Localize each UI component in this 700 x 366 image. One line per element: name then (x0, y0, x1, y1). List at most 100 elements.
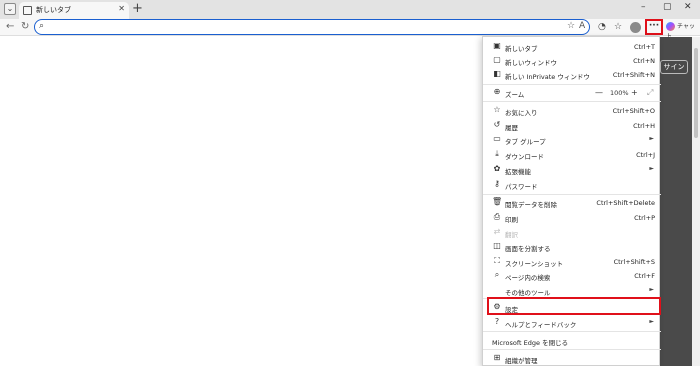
download-icon: ⤓ (495, 149, 499, 158)
settings-and-more-button[interactable]: ··· (645, 19, 663, 35)
split-screen-icon: ◫ (493, 241, 501, 250)
menu-item-new-inprivate-window[interactable]: ◧ 新しい InPrivate ウィンドウ Ctrl+Shift+N (483, 67, 661, 82)
menu-item-label: 履歴 (505, 124, 518, 132)
extensions-icon: ✿ (493, 164, 501, 173)
menu-item-screenshot[interactable]: ⛶ スクリーンショット Ctrl+Shift+S (483, 254, 661, 269)
browser-essentials-icon[interactable]: ◔ (598, 21, 606, 33)
menu-item-downloads[interactable]: ⤓ ダウンロード Ctrl+J (483, 147, 661, 162)
menu-item-label: 組織が管理 (505, 357, 538, 365)
screenshot-icon: ⛶ (494, 256, 500, 265)
maximize-button[interactable]: ▢ (663, 2, 672, 12)
menu-item-shortcut: Ctrl+H (633, 122, 655, 130)
new-window-icon: ▢ (493, 55, 501, 64)
menu-item-new-tab[interactable]: ▣ 新しいタブ Ctrl+T (483, 39, 661, 54)
favorite-star-icon[interactable]: ☆ (567, 21, 575, 31)
menu-item-tab-groups[interactable]: ▭ タブ グループ ► (483, 132, 661, 147)
star-icon: ☆ (493, 105, 501, 114)
close-window-button[interactable]: ✕ (684, 2, 692, 12)
new-tab-icon: ▣ (493, 41, 501, 50)
minimize-button[interactable]: – (641, 2, 646, 12)
zoom-out-button[interactable]: — (595, 88, 603, 97)
menu-item-label: ページ内の検索 (505, 274, 551, 282)
menu-item-label: 閲覧データを削除 (505, 201, 557, 209)
back-button[interactable]: ← (6, 20, 14, 34)
menu-item-shortcut: Ctrl+J (636, 151, 655, 159)
menu-item-extensions[interactable]: ✿ 拡張機能 ► (483, 162, 661, 177)
submenu-arrow-icon: ► (649, 318, 654, 325)
key-icon: ⚷ (494, 179, 500, 188)
menu-divider (483, 349, 661, 350)
menu-item-print[interactable]: ⎙ 印刷 Ctrl+P (483, 210, 661, 225)
submenu-arrow-icon: ► (649, 135, 654, 142)
profile-avatar[interactable] (630, 22, 641, 33)
menu-divider (483, 331, 661, 332)
printer-icon: ⎙ (493, 212, 501, 221)
menu-item-more-tools[interactable]: その他のツール ► (483, 283, 661, 298)
help-icon: ? (494, 317, 500, 326)
menu-item-label: ヘルプとフィードバック (505, 321, 577, 329)
menu-item-close-edge[interactable]: Microsoft Edge を閉じる (483, 333, 661, 348)
menu-item-managed-by-organization[interactable]: ⊞ 組織が管理 (483, 351, 661, 366)
menu-item-shortcut: Ctrl+F (634, 272, 655, 280)
menu-item-label: ダウンロード (505, 153, 544, 161)
translate-icon: ⇄ (493, 227, 501, 236)
menu-item-label: 新しいタブ (505, 45, 538, 53)
menu-item-history[interactable]: ↺ 履歴 Ctrl+H (483, 118, 661, 133)
menu-item-label: 印刷 (505, 216, 518, 224)
menu-item-help-and-feedback[interactable]: ? ヘルプとフィードバック ► (483, 315, 661, 330)
menu-item-clear-browsing-data[interactable]: 🗑 閲覧データを削除 Ctrl+Shift+Delete (483, 195, 661, 210)
new-tab-button[interactable]: + (132, 1, 143, 17)
menu-item-zoom: ⊕ ズーム — 100% + ⤢ (483, 85, 661, 100)
tab-close-icon[interactable]: ✕ (118, 4, 125, 13)
menu-item-label: 拡張機能 (505, 168, 531, 176)
trash-icon: 🗑 (492, 197, 503, 206)
signin-button[interactable]: サインイン (660, 60, 688, 74)
submenu-arrow-icon: ► (649, 165, 654, 172)
menu-item-shortcut: Ctrl+Shift+Delete (596, 199, 655, 207)
history-icon: ↺ (493, 120, 501, 129)
scrollbar-thumb[interactable] (694, 48, 698, 138)
menu-item-label: 新しいウィンドウ (505, 59, 557, 67)
menu-item-label: パスワード (505, 183, 538, 191)
search-icon: ⌕ (39, 21, 45, 31)
menu-item-shortcut: Ctrl+T (634, 43, 655, 51)
zoom-in-button[interactable]: + (631, 88, 638, 97)
reload-button[interactable]: ↻ (21, 20, 29, 34)
menu-item-shortcut: Ctrl+N (633, 57, 655, 65)
menu-divider (483, 101, 661, 102)
menu-item-label: 新しい InPrivate ウィンドウ (505, 73, 590, 81)
menu-item-passwords[interactable]: ⚷ パスワード (483, 177, 661, 192)
toolbar: ← ↻ ⌕ ☆ A ◔ ☆ ··· チャット (0, 19, 700, 40)
menu-item-shortcut: Ctrl+Shift+N (612, 71, 655, 79)
find-icon: ⌕ (494, 270, 500, 279)
address-bar[interactable]: ⌕ ☆ A (34, 19, 590, 35)
menu-item-label: タブ グループ (505, 138, 546, 146)
zoom-icon: ⊕ (493, 87, 501, 96)
menu-item-new-window[interactable]: ▢ 新しいウィンドウ Ctrl+N (483, 53, 661, 68)
menu-item-shortcut: Ctrl+Shift+S (613, 258, 655, 266)
menu-item-translate: ⇄ 翻訳 (483, 225, 661, 240)
inprivate-icon: ◧ (493, 69, 501, 78)
page-background (660, 37, 692, 366)
favorites-icon[interactable]: ☆ (614, 21, 622, 33)
menu-item-favorites[interactable]: ☆ お気に入り Ctrl+Shift+O (483, 103, 661, 118)
settings-highlight-box (487, 297, 661, 315)
menu-item-shortcut: Ctrl+Shift+O (612, 107, 655, 115)
menu-item-shortcut: Ctrl+P (634, 214, 655, 222)
menu-item-label: 画面を分割する (505, 245, 551, 253)
organization-icon: ⊞ (493, 353, 501, 362)
menu-item-find-on-page[interactable]: ⌕ ページ内の検索 Ctrl+F (483, 268, 661, 283)
tab-new-tab[interactable]: 新しいタブ ✕ (19, 2, 129, 19)
menu-item-label: ズーム (505, 91, 525, 99)
tab-actions-icon[interactable]: ⌄ (4, 3, 16, 15)
fullscreen-icon[interactable]: ⤢ (647, 88, 653, 97)
title-bar: ⌄ 新しいタブ ✕ + – ▢ ✕ (0, 0, 700, 19)
copilot-icon (666, 22, 675, 31)
zoom-value: 100% (610, 89, 629, 97)
menu-item-label: その他のツール (505, 289, 551, 297)
tab-page-icon (23, 6, 32, 15)
menu-item-split-screen[interactable]: ◫ 画面を分割する (483, 239, 661, 254)
tab-title: 新しいタブ (36, 6, 71, 14)
menu-item-label: お気に入り (505, 109, 538, 117)
read-aloud-icon[interactable]: A (579, 21, 585, 31)
